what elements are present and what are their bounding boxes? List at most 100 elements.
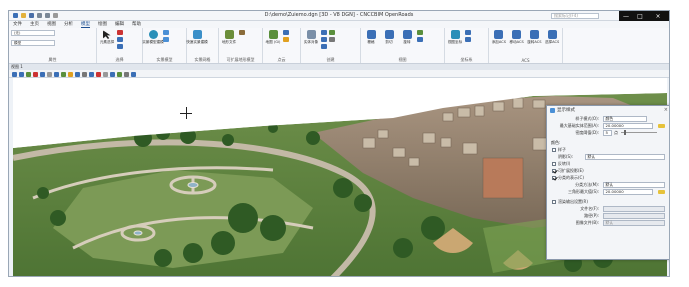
menu-help[interactable]: 帮助 (132, 21, 141, 28)
ribbon-group-reality-model: 实景模型建模 实景模型 (142, 28, 187, 63)
pencil-icon[interactable] (658, 189, 665, 194)
path-row: 路径(P): (547, 212, 669, 219)
view-tool-icon[interactable] (68, 71, 73, 77)
output-checkbox[interactable] (552, 199, 556, 204)
terrain-edit-icon[interactable] (239, 30, 245, 35)
view-tool-icon[interactable] (61, 71, 66, 77)
density-row: 密度阈值(D): 5 点 (547, 129, 669, 136)
shape-icon[interactable] (321, 44, 327, 49)
search-input[interactable]: 搜索标记(F4) (551, 13, 599, 19)
move-icon[interactable] (117, 44, 123, 49)
terrain-icon (224, 30, 234, 39)
minimize-button[interactable]: — (619, 11, 633, 21)
quick-reality-button[interactable]: 快速实景建模 (186, 30, 208, 45)
crosshair-cursor (180, 107, 192, 119)
view-tool-icon[interactable] (110, 71, 115, 77)
display-style-dialog: 显示样式 × 样子模式(O): 颜色 最大基础实体范围(A): 20.00000… (546, 105, 669, 260)
text-icon[interactable] (329, 37, 335, 42)
classify-dist-input[interactable]: 20.00000 (603, 189, 653, 195)
select-acs-button[interactable]: 选择ACS (544, 30, 560, 45)
model-dropdown[interactable]: 模型 (11, 40, 55, 46)
file-input[interactable] (603, 206, 665, 212)
menu-model[interactable]: 模型 (81, 21, 90, 28)
mesh-icon (192, 30, 202, 39)
max-distance-input[interactable]: 20.00000 (603, 123, 653, 129)
view-fit-icon[interactable] (417, 30, 423, 35)
density-slider[interactable] (621, 130, 657, 135)
pencil-icon[interactable] (658, 123, 665, 128)
rotate-acs-button[interactable]: 旋转ACS (527, 30, 543, 45)
add-acs-button[interactable]: 添加ACS (491, 30, 507, 45)
application-window: D:\demo\Zuiemo.dgn [3D - V8 DGN] - CNCCB… (8, 10, 670, 277)
close-button[interactable]: × (647, 11, 669, 21)
move-acs-button[interactable]: 移动ACS (509, 30, 525, 45)
view-tool-icon[interactable] (103, 71, 108, 77)
menu-drawing[interactable]: 绘图 (98, 21, 107, 28)
view-tool-icon[interactable] (82, 71, 87, 77)
terrain-file-button[interactable]: 地形文件 (221, 30, 237, 45)
line-icon[interactable] (321, 30, 327, 35)
mode-select[interactable]: 颜色 (603, 116, 647, 122)
copy-icon[interactable] (117, 37, 123, 42)
view-tool-icon[interactable] (12, 71, 17, 77)
shade-select[interactable]: 默认 (585, 154, 665, 160)
view-tool-icon[interactable] (131, 71, 136, 77)
menu-file[interactable]: 文件 (13, 21, 22, 28)
arc-icon[interactable] (321, 37, 327, 42)
reality-model-button[interactable]: 实景模型建模 (142, 30, 164, 45)
attach-icon[interactable] (163, 30, 169, 35)
acs-rotate-icon (529, 30, 539, 39)
density-input[interactable]: 5 (603, 130, 612, 136)
pc-style-icon[interactable] (283, 37, 289, 42)
menu-analyze[interactable]: 分析 (64, 21, 73, 28)
grid-icon (366, 30, 376, 39)
dialog-close-button[interactable]: × (664, 107, 668, 113)
invert-checkbox[interactable] (552, 161, 556, 166)
clip-button[interactable]: 剪切 (381, 30, 397, 45)
window-controls: — □ × (619, 11, 669, 21)
point-cloud-button[interactable]: 地图 (Gi) (265, 30, 281, 45)
view-tool-icon[interactable] (117, 71, 122, 77)
pc-attach-icon[interactable] (283, 30, 289, 35)
classify-mode-select[interactable]: 默认 (603, 182, 665, 188)
view-tool-icon[interactable] (26, 71, 31, 77)
view-tool-icon[interactable] (75, 71, 80, 77)
classify-dist-row: 三角形最大值(S): 20.00000 (547, 188, 669, 195)
maximize-button[interactable]: □ (633, 11, 647, 21)
grid-button[interactable]: 栅格 (363, 30, 379, 45)
view-zoom-icon[interactable] (417, 37, 423, 42)
detach-icon[interactable] (163, 37, 169, 42)
view-tool-icon[interactable] (89, 71, 94, 77)
delete-icon[interactable] (117, 30, 123, 35)
view-tool-icon[interactable] (19, 71, 24, 77)
view-toolbar (9, 70, 669, 78)
color-section: 颜色: (551, 140, 561, 145)
level-dropdown[interactable]: (无) (11, 30, 55, 36)
view-tool-icon[interactable] (124, 71, 129, 77)
coordinates-icon (450, 30, 460, 39)
menu-home[interactable]: 主页 (30, 21, 39, 28)
visible-checkbox[interactable] (552, 168, 556, 173)
circle-icon[interactable] (329, 30, 335, 35)
solid-object-button[interactable]: 实体对象 (303, 30, 319, 45)
view-tool-icon[interactable] (47, 71, 52, 77)
menu-edit[interactable]: 编辑 (115, 21, 124, 28)
element-select-button[interactable]: 元素选择 (99, 30, 115, 45)
coord-a-icon[interactable] (465, 30, 471, 35)
view-coordinates-button[interactable]: 视图坐标 (447, 30, 463, 45)
sample-checkbox[interactable] (552, 147, 556, 152)
classify-mode-row: 分类方法(M): 默认 (547, 181, 669, 188)
format-select[interactable]: 默认 (603, 220, 665, 226)
coord-b-icon[interactable] (465, 37, 471, 42)
acs-move-icon (512, 30, 522, 39)
view-tool-icon[interactable] (33, 71, 38, 77)
invert-row: 反转(I) (547, 160, 669, 167)
view-tool-icon[interactable] (40, 71, 45, 77)
path-input[interactable] (603, 213, 665, 219)
menu-view[interactable]: 视图 (47, 21, 56, 28)
classify-checkbox[interactable] (552, 175, 556, 180)
view-tool-icon[interactable] (54, 71, 59, 77)
view-tool-icon[interactable] (96, 71, 101, 77)
acs-select-icon (547, 30, 557, 39)
rotate-view-button[interactable]: 旋转 (399, 30, 415, 45)
